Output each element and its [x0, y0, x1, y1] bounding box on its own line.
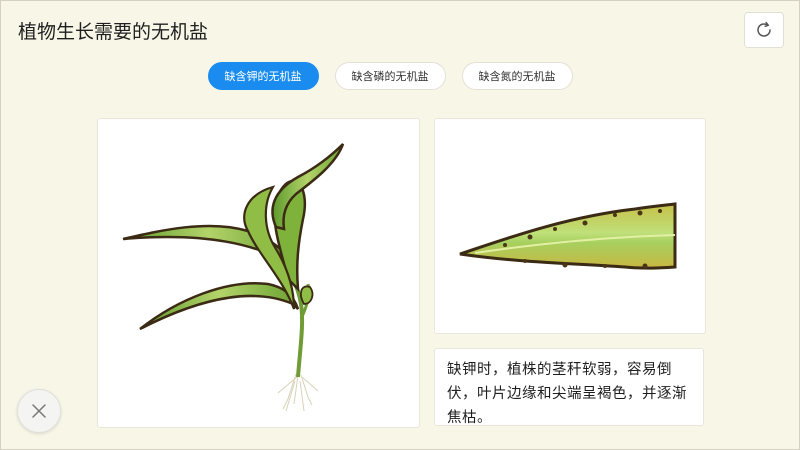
refresh-button[interactable] [744, 12, 784, 48]
tab-phosphorus[interactable]: 缺含磷的无机盐 [334, 62, 446, 90]
leaf-illustration [459, 202, 677, 270]
mineral-tabs: 缺含钾的无机盐 缺含磷的无机盐 缺含氮的无机盐 [1, 62, 799, 90]
leaf-image-card [434, 118, 706, 334]
plant-image-card [97, 118, 420, 428]
tab-nitrogen[interactable]: 缺含氮的无机盐 [461, 62, 573, 90]
refresh-icon [757, 21, 771, 37]
close-icon [32, 404, 46, 418]
tab-potassium[interactable]: 缺含钾的无机盐 [207, 62, 319, 90]
plant-illustration [122, 143, 345, 412]
close-button[interactable] [17, 389, 61, 433]
page-title: 植物生长需要的无机盐 [18, 21, 209, 43]
description-text: 缺钾时，植株的茎秆软弱，容易倒伏，叶片边缘和尖端呈褐色，并逐渐焦枯。 [434, 348, 704, 426]
app-window: 植物生长需要的无机盐 缺含钾的无机盐 缺含磷的无机盐 缺含氮的无机盐 缺钾时，植… [0, 0, 800, 450]
